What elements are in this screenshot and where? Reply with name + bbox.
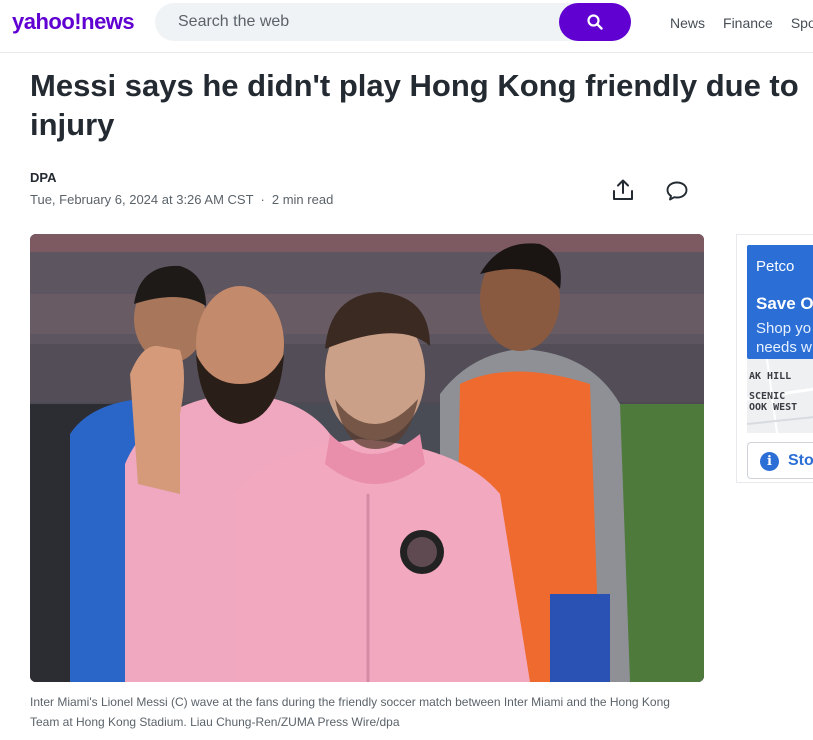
article-headline: Messi says he didn't play Hong Kong frie… — [30, 68, 799, 142]
comment-icon — [666, 181, 688, 201]
ad-map[interactable]: AK HILL SCENIC OOK WEST — [747, 359, 813, 433]
photo-caption: Inter Miami's Lionel Messi (C) wave at t… — [30, 695, 670, 729]
nav-item-sports[interactable]: Spo — [791, 15, 813, 31]
logo-section: news — [81, 9, 135, 34]
meta-separator: · — [260, 192, 265, 207]
nav-item-finance[interactable]: Finance — [723, 15, 773, 31]
nav-item-news[interactable]: News — [670, 15, 705, 31]
article-source[interactable]: DPA — [30, 170, 56, 185]
map-label: AK HILL — [749, 371, 792, 382]
photo-illustration — [30, 234, 704, 682]
yahoo-news-logo[interactable]: yahoo!news — [12, 9, 135, 35]
store-locator-button[interactable]: i Sto — [747, 442, 813, 479]
map-label: SCENIC — [749, 391, 786, 402]
ad-banner[interactable]: Petco Save O Shop yo needs w — [747, 245, 813, 359]
article-date: Tue, February 6, 2024 at 3:26 AM CST — [30, 192, 254, 207]
ad-body: Shop yo needs w — [756, 319, 813, 357]
search-input[interactable] — [155, 3, 555, 41]
search-icon — [587, 14, 603, 30]
search-button[interactable] — [559, 3, 631, 41]
sidebar-ad[interactable]: Petco Save O Shop yo needs w AK HILL SCE… — [736, 234, 813, 483]
store-label: Sto — [788, 452, 813, 469]
top-nav: News Finance Spo — [670, 15, 813, 31]
share-button[interactable] — [611, 178, 635, 202]
top-header: yahoo!news News Finance Spo — [0, 0, 813, 53]
share-icon — [613, 179, 633, 200]
ad-brand: Petco — [756, 258, 795, 275]
ad-headline: Save O — [756, 294, 813, 313]
ad-body-line: needs w — [756, 339, 812, 356]
ad-body-line: Shop yo — [756, 320, 812, 337]
comment-button[interactable] — [665, 179, 689, 203]
info-icon: i — [760, 452, 779, 471]
logo-brand: yahoo — [12, 9, 75, 34]
article-meta: Tue, February 6, 2024 at 3:26 AM CST · 2 m… — [30, 192, 333, 207]
search-bar — [155, 3, 631, 41]
article-photo[interactable] — [30, 234, 704, 682]
article-read-time: 2 min read — [271, 192, 334, 207]
map-label: OOK WEST — [749, 402, 798, 413]
